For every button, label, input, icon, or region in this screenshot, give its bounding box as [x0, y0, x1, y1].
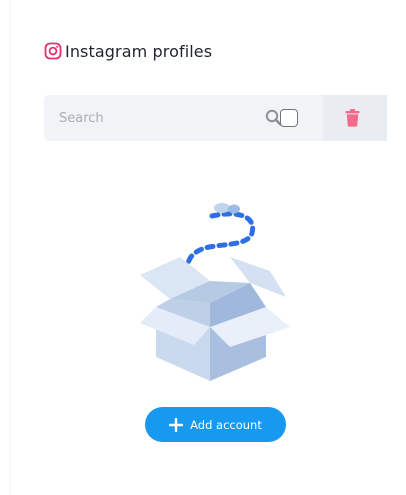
plus-icon [169, 417, 184, 432]
trash-icon [345, 109, 360, 127]
panel-header: Instagram profiles [44, 40, 212, 62]
add-account-button[interactable]: Add account [145, 407, 286, 442]
select-all-checkbox[interactable] [280, 109, 298, 127]
add-account-label: Add account [190, 417, 262, 432]
empty-box-illustration [140, 203, 290, 381]
search-input[interactable] [44, 95, 244, 141]
profiles-panel: Instagram profiles Search Add account [0, 0, 406, 495]
instagram-icon [44, 42, 62, 60]
profiles-toolbar [44, 95, 387, 141]
delete-button[interactable] [323, 95, 387, 141]
page-title: Instagram profiles [65, 41, 213, 61]
panel-divider [10, 0, 11, 495]
